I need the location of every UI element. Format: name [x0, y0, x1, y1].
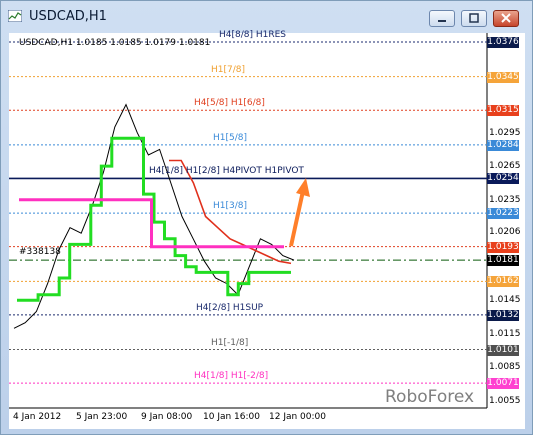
- level-label: H1[5/8]: [213, 132, 248, 143]
- level-label: H1[3/8]: [213, 201, 248, 212]
- y-tick-label: 1.0115: [489, 328, 521, 339]
- window-title: USDCAD,H1: [29, 9, 107, 24]
- x-tick-label: 5 Jan 23:00: [76, 412, 128, 422]
- level-label: H4[1/8] H1[2/8] H4PIVOT H1PIVOT: [149, 166, 304, 177]
- side-note: #338138: [19, 247, 61, 257]
- level-label: H4[8/8] H1RES: [219, 30, 287, 40]
- chart-icon: [8, 10, 22, 22]
- brand-watermark: RoboForex: [385, 387, 475, 407]
- title-bar[interactable]: USDCAD,H1: [1, 1, 532, 31]
- y-tick-label: 1.0206: [489, 227, 521, 238]
- level-label: H4[5/8] H1[6/8]: [194, 98, 265, 109]
- close-button[interactable]: [493, 10, 519, 27]
- price-tag: 1.0181: [487, 255, 519, 267]
- symbol-info-line: USDCAD,H1 1.0185 1.0185 1.0179 1.0181: [19, 38, 211, 48]
- y-tick-label: 1.0295: [489, 127, 521, 138]
- price-tag: 1.0101: [487, 344, 519, 356]
- y-tick-label: 1.0145: [489, 295, 521, 306]
- level-label: H4[2/8] H1SUP: [196, 302, 264, 313]
- level-label: H1[-1/8]: [211, 337, 249, 348]
- level-label: H1[7/8]: [211, 64, 246, 75]
- y-tick-label: 1.0085: [489, 362, 521, 373]
- level-label: H4[1/8] H1[-2/8]: [194, 371, 269, 382]
- price-tag: 1.0223: [487, 208, 519, 220]
- price-tag: 1.0315: [487, 105, 519, 117]
- chart-window: USDCAD,H1 H4[8/8] H1RES 1.0376 H1[7/8] 1.03…: [0, 0, 533, 435]
- maximize-icon: [469, 13, 479, 23]
- x-tick-label: 12 Jan 00:00: [269, 412, 326, 422]
- price-tag: 1.0376: [487, 37, 519, 48]
- maximize-button[interactable]: [461, 10, 487, 27]
- minimize-button[interactable]: [429, 10, 455, 27]
- price-tag: 1.0193: [487, 241, 519, 253]
- x-tick-label: 4 Jan 2012: [13, 412, 62, 422]
- x-tick-label: 9 Jan 08:00: [141, 412, 193, 422]
- price-tag: 1.0162: [487, 276, 519, 288]
- price-tag: 1.0132: [487, 309, 519, 321]
- price-tag: 1.0345: [487, 71, 519, 83]
- price-tag: 1.0284: [487, 139, 519, 151]
- close-icon: [501, 13, 511, 23]
- price-tag: 1.0071: [487, 378, 519, 390]
- price-tag: 1.0254: [487, 173, 519, 185]
- x-tick-label: 10 Jan 16:00: [203, 412, 260, 422]
- chart-canvas[interactable]: [9, 33, 525, 429]
- y-tick-label: 1.0055: [489, 396, 521, 406]
- minimize-icon: [438, 20, 446, 22]
- y-tick-label: 1.0265: [489, 161, 521, 172]
- y-tick-label: 1.0235: [489, 194, 521, 205]
